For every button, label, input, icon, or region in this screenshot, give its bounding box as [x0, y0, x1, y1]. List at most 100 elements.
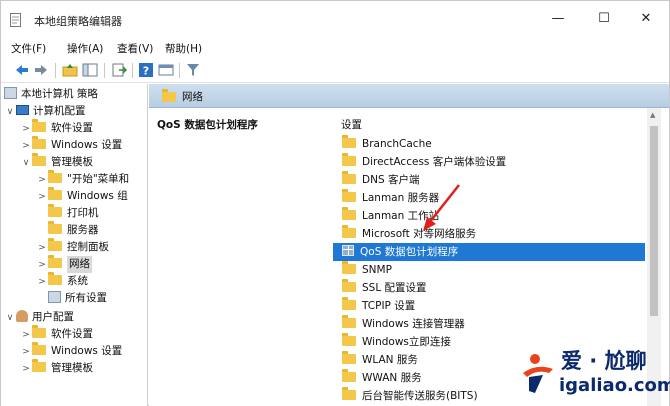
group-policy-editor-window: 本地组策略编辑器 — ☐ ✕ 文件(F) 操作(A) 查看(V) 帮助(H) ?… [0, 0, 670, 406]
scrollbar-thumb[interactable] [650, 126, 658, 316]
back-arrow-icon[interactable] [14, 62, 30, 78]
policy-document-icon [4, 87, 17, 99]
collapse-chevron-icon[interactable]: ∨ [4, 104, 16, 121]
tree-item-system[interactable]: > 系统 [36, 272, 88, 291]
forward-arrow-icon[interactable] [33, 62, 49, 78]
minimize-button[interactable]: — [535, 1, 581, 37]
up-folder-icon[interactable] [62, 62, 78, 78]
folder-icon [342, 153, 356, 166]
maximize-button[interactable]: ☐ [581, 1, 627, 37]
list-item[interactable]: BranchCache [333, 135, 645, 153]
list-item[interactable]: Microsoft 对等网络服务 [333, 225, 645, 243]
list-item[interactable]: SSL 配置设置 [333, 279, 645, 297]
description-title: QoS 数据包计划程序 [157, 119, 258, 131]
tree-item-start-menu[interactable]: > "开始"菜单和 [36, 170, 129, 189]
show-hide-tree-icon[interactable] [82, 62, 98, 78]
list-item[interactable]: Lanman 工作站 [333, 207, 645, 225]
tree-item-label: 软件设置 [51, 328, 93, 340]
folder-icon [48, 204, 62, 217]
folder-icon [32, 325, 46, 338]
expand-chevron-icon[interactable]: > [36, 257, 48, 274]
list-item-label: TCPIP 设置 [362, 300, 416, 312]
computer-icon [16, 105, 29, 115]
menu-help[interactable]: 帮助(H) [165, 41, 202, 56]
help-icon[interactable]: ? [138, 62, 154, 78]
list-item-label: Lanman 工作站 [362, 210, 440, 222]
menu-view[interactable]: 查看(V) [117, 41, 153, 56]
tree-item-admin-templates[interactable]: ∨ 管理模板 [20, 153, 93, 172]
tree-item-control-panel[interactable]: > 控制面板 [36, 238, 109, 257]
list-item-selected[interactable]: QoS 数据包计划程序 [333, 243, 645, 261]
list-item[interactable]: Lanman 服务器 [333, 189, 645, 207]
tree-item-label: 用户配置 [32, 311, 74, 323]
expand-chevron-icon[interactable]: > [20, 344, 32, 361]
expand-chevron-icon[interactable]: > [36, 172, 48, 189]
folder-icon [48, 221, 62, 234]
tree-item-windows-settings[interactable]: > Windows 设置 [20, 136, 122, 155]
collapse-chevron-icon[interactable]: ∨ [20, 155, 32, 172]
folder-icon [342, 351, 356, 364]
list-item-label: 后台智能传送服务(BITS) [362, 390, 478, 402]
properties-icon[interactable] [158, 62, 174, 78]
tree-pane: 本地计算机 策略 ∨ 计算机配置 > 软件设置 > Windows 设置 ∨ 管理模板 … [1, 84, 148, 406]
folder-icon [48, 255, 62, 268]
menu-action[interactable]: 操作(A) [67, 41, 103, 56]
toolbar-separator [132, 63, 133, 78]
folder-icon [342, 369, 356, 382]
folder-icon [342, 225, 356, 238]
folder-icon [32, 136, 46, 149]
close-button[interactable]: ✕ [623, 1, 669, 37]
collapse-chevron-icon[interactable]: ∨ [4, 310, 16, 327]
tree-item-software-settings[interactable]: > 软件设置 [20, 119, 93, 138]
tree-item-label: 管理模板 [51, 362, 93, 374]
list-item[interactable]: Windows 连接管理器 [333, 315, 645, 333]
export-list-icon[interactable] [111, 62, 127, 78]
tree-item-user-admin-templates[interactable]: > 管理模板 [20, 359, 93, 378]
expand-chevron-icon[interactable]: > [20, 138, 32, 155]
tree-item-label: Windows 组 [67, 190, 128, 202]
tree-item-user-software-settings[interactable]: > 软件设置 [20, 325, 93, 344]
expand-chevron-icon[interactable]: > [36, 274, 48, 291]
svg-text:?: ? [143, 65, 149, 78]
expand-chevron-icon[interactable]: > [36, 189, 48, 206]
folder-icon [32, 153, 46, 166]
menu-file[interactable]: 文件(F) [11, 41, 46, 56]
list-item-label: DirectAccess 客户端体验设置 [362, 156, 507, 168]
tree-item-servers[interactable]: 服务器 [36, 221, 99, 239]
tree-item-computer-config[interactable]: ∨ 计算机配置 [4, 103, 86, 120]
expand-chevron-icon[interactable]: > [20, 327, 32, 344]
list-item[interactable]: TCPIP 设置 [333, 297, 645, 315]
tree-item-label: 控制面板 [67, 241, 109, 253]
tree-item-label: 系统 [67, 275, 88, 287]
tree-item-label: 软件设置 [51, 122, 93, 134]
tree-item-windows-components[interactable]: > Windows 组 [36, 187, 128, 206]
toolbar-separator [55, 63, 56, 78]
folder-icon [342, 261, 356, 274]
expand-chevron-icon[interactable]: > [20, 361, 32, 378]
tree-item-network[interactable]: > 网络 [36, 255, 92, 274]
tree-item-printers[interactable]: 打印机 [36, 204, 99, 222]
folder-icon [342, 135, 356, 148]
tree-item-label: Windows 设置 [51, 345, 123, 357]
list-item-label: BranchCache [362, 138, 432, 150]
tree-item-user-config[interactable]: ∨ 用户配置 [4, 309, 74, 326]
scroll-up-icon[interactable]: ▲ [650, 111, 655, 119]
folder-icon [32, 359, 46, 372]
expand-chevron-icon[interactable]: > [20, 121, 32, 138]
list-item-label: Windows 连接管理器 [362, 318, 465, 330]
tree-item-user-windows-settings[interactable]: > Windows 设置 [20, 342, 123, 361]
list-item[interactable]: DNS 客户端 [333, 171, 645, 189]
tree-root-label: 本地计算机 策略 [21, 88, 98, 100]
filter-icon[interactable] [185, 62, 201, 78]
list-item[interactable]: SNMP [333, 261, 645, 279]
content-header: 网络 [149, 84, 669, 108]
list-item-label: QoS 数据包计划程序 [360, 246, 459, 258]
folder-icon [342, 387, 356, 400]
list-column-header[interactable]: 设置 [341, 117, 362, 132]
watermark-brand: 爱 · 尬聊 [561, 349, 647, 373]
tree-item-all-settings[interactable]: 所有设置 [36, 290, 107, 307]
window-title: 本地组策略编辑器 [34, 15, 122, 28]
expand-chevron-icon[interactable]: > [36, 240, 48, 257]
tree-root[interactable]: 本地计算机 策略 [4, 86, 98, 103]
list-item[interactable]: DirectAccess 客户端体验设置 [333, 153, 645, 171]
